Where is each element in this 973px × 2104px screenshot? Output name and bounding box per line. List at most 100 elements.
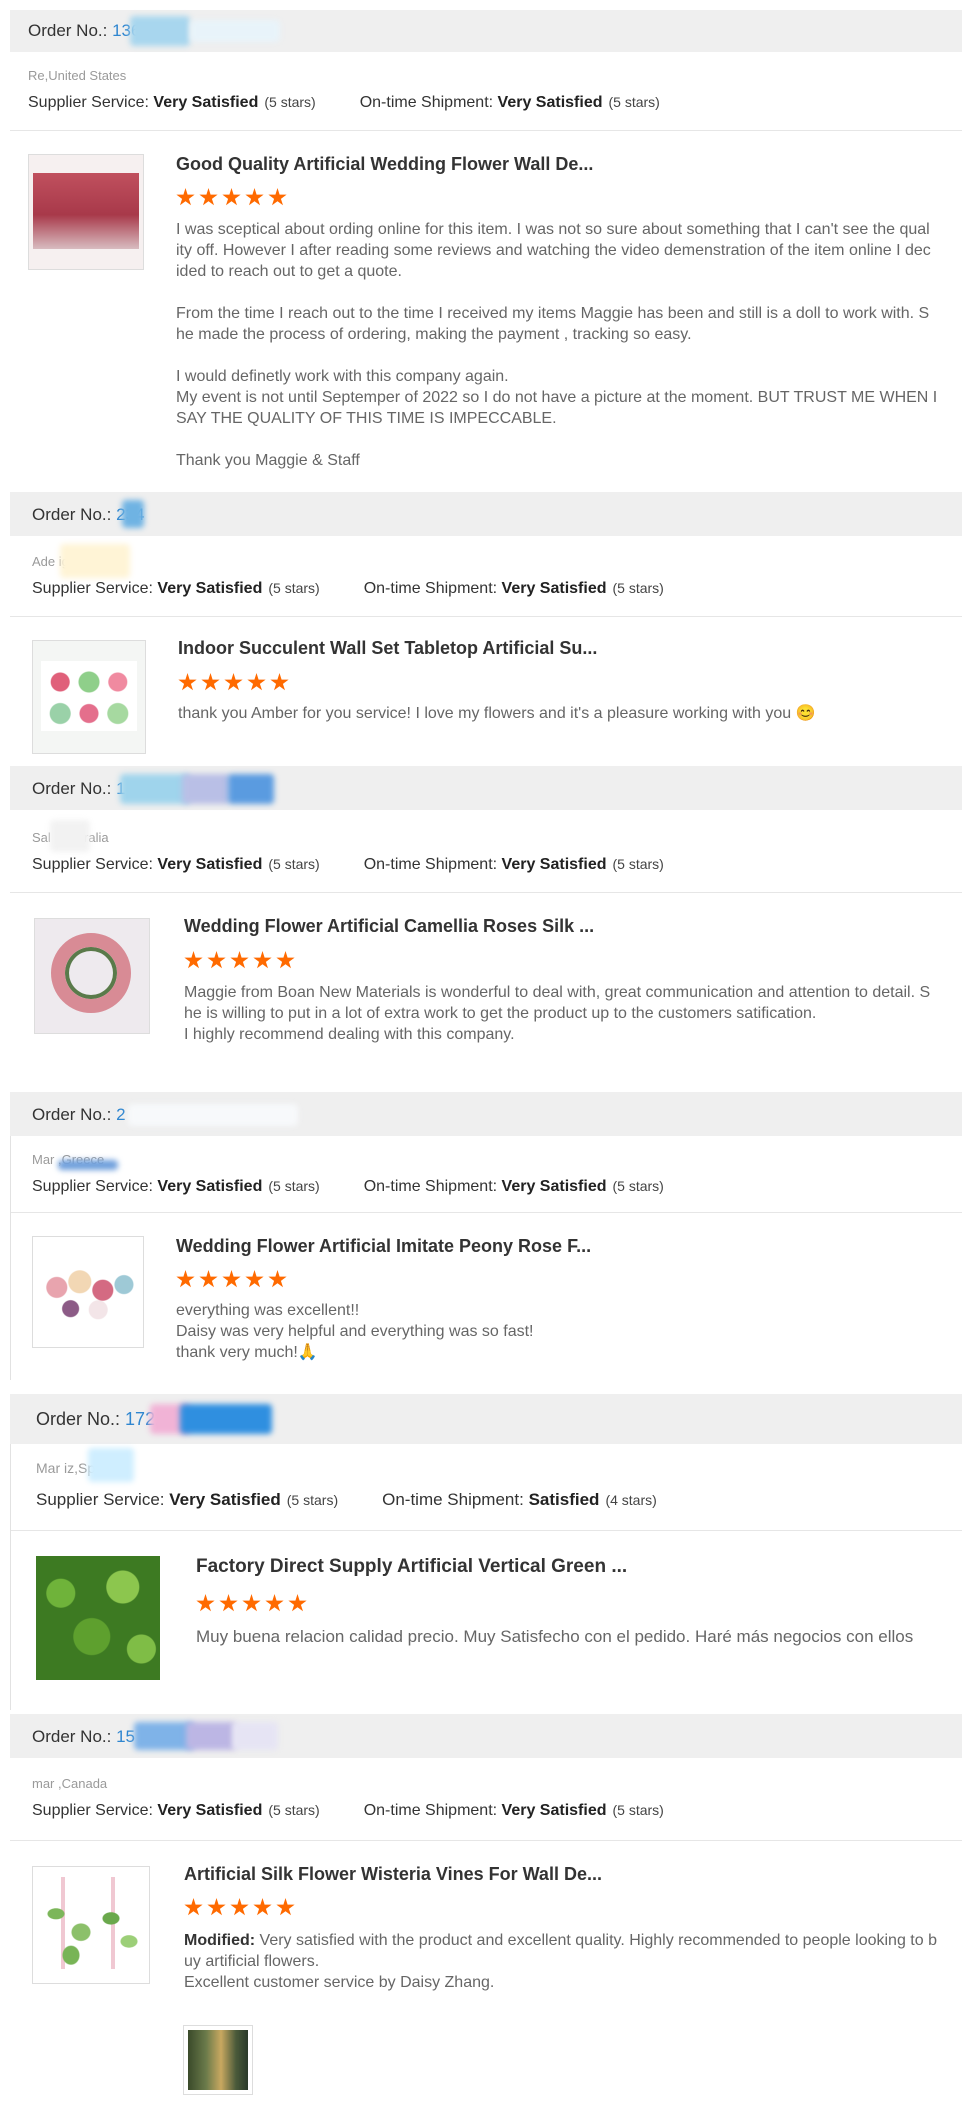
review-photo[interactable] — [184, 2026, 252, 2094]
shipment-stars: (5 stars) — [612, 856, 664, 872]
star-icon — [184, 951, 203, 969]
review-body: Very satisfied with the product and exce… — [184, 1932, 937, 1991]
supplier-stars: (5 stars) — [286, 1492, 339, 1508]
review-text: Modified: Very satisfied with the produc… — [184, 1930, 954, 1993]
rating-stars — [178, 673, 289, 692]
shipment-value: Very Satisfied — [501, 856, 607, 873]
order-bar: Order No.: 136 — [10, 10, 962, 52]
shipment-stars: (5 stars) — [612, 580, 664, 596]
order-number[interactable]: 15 — [116, 1727, 135, 1746]
shipment-label: On-time Shipment: — [363, 1178, 498, 1195]
redaction — [128, 1104, 298, 1126]
redaction — [88, 1448, 134, 1482]
star-icon — [276, 951, 295, 969]
product-thumbnail[interactable] — [32, 1866, 150, 1984]
redaction — [122, 500, 144, 528]
star-icon — [222, 1270, 241, 1288]
product-thumbnail[interactable] — [28, 154, 144, 270]
order-bar: Order No.: 234 — [10, 492, 962, 536]
redaction — [50, 820, 90, 852]
service-ratings: Supplier Service: Very Satisfied (5 stars… — [32, 580, 664, 598]
order-bar: Order No.: 1722 7 — [10, 1394, 962, 1444]
service-ratings: Supplier Service: Very Satisfied (5 stars… — [36, 1490, 657, 1510]
order-bar: Order No.: 15 — [10, 1714, 962, 1758]
order-label: Order No.: — [36, 1409, 121, 1429]
product-title[interactable]: Good Quality Artificial Wedding Flower W… — [176, 154, 593, 175]
modified-label: Modified: — [184, 1932, 256, 1949]
divider — [10, 892, 962, 893]
supplier-stars: (5 stars) — [268, 1802, 320, 1818]
redaction — [190, 20, 280, 42]
shipment-value: Very Satisfied — [501, 1802, 607, 1819]
supplier-value: Very Satisfied — [157, 580, 263, 597]
redaction — [58, 1160, 118, 1170]
rating-stars — [176, 1270, 287, 1289]
product-thumbnail[interactable] — [32, 1236, 144, 1348]
order-number[interactable]: 2 — [116, 1105, 125, 1124]
star-icon — [196, 1594, 215, 1612]
supplier-stars: (5 stars) — [268, 1178, 320, 1194]
shipment-label: On-time Shipment: — [363, 1802, 498, 1819]
product-thumbnail[interactable] — [34, 918, 150, 1034]
redaction — [120, 774, 190, 804]
reviews-page: Order No.: 136 Re,United States Supplier… — [0, 0, 973, 2104]
service-ratings: Supplier Service: Very Satisfied (5 stars… — [32, 1802, 664, 1820]
shipment-label: On-time Shipment: — [363, 856, 498, 873]
review-text: Maggie from Boan New Materials is wonder… — [184, 984, 931, 1043]
redaction — [60, 544, 130, 578]
star-icon — [219, 1594, 238, 1612]
supplier-stars: (5 stars) — [268, 856, 320, 872]
shipment-value: Very Satisfied — [497, 94, 603, 111]
product-title[interactable]: Indoor Succulent Wall Set Tabletop Artif… — [178, 638, 597, 659]
star-icon — [265, 1594, 284, 1612]
supplier-value: Very Satisfied — [157, 1802, 263, 1819]
shipment-stars: (5 stars) — [612, 1178, 664, 1194]
divider — [10, 1840, 962, 1841]
shipment-label: On-time Shipment: — [363, 580, 498, 597]
star-icon — [184, 1898, 203, 1916]
supplier-stars: (5 stars) — [268, 580, 320, 596]
shipment-label: On-time Shipment: — [359, 94, 494, 111]
shipment-label: On-time Shipment: — [382, 1490, 524, 1509]
shipment-stars: (5 stars) — [612, 1802, 664, 1818]
service-ratings: Supplier Service: Very Satisfied (5 stars… — [32, 1178, 664, 1196]
supplier-label: Supplier Service: — [32, 1178, 153, 1195]
redaction — [134, 1722, 194, 1750]
product-thumbnail[interactable] — [32, 640, 146, 754]
order-bar: Order No.: 2 — [10, 1092, 962, 1136]
divider — [10, 616, 962, 617]
product-title[interactable]: Factory Direct Supply Artificial Vertica… — [196, 1556, 627, 1578]
supplier-value: Very Satisfied — [153, 94, 259, 111]
star-icon — [199, 1270, 218, 1288]
supplier-label: Supplier Service: — [36, 1490, 165, 1509]
redaction — [186, 1722, 236, 1750]
divider — [10, 1530, 962, 1531]
order-label: Order No.: — [28, 21, 108, 40]
star-icon — [201, 673, 220, 691]
supplier-label: Supplier Service: — [32, 856, 153, 873]
supplier-value: Very Satisfied — [157, 856, 263, 873]
product-title[interactable]: Artificial Silk Flower Wisteria Vines Fo… — [184, 1864, 602, 1885]
redaction — [180, 1404, 272, 1434]
rating-stars — [184, 951, 295, 970]
star-icon — [268, 188, 287, 206]
redaction — [130, 16, 190, 46]
star-icon — [288, 1594, 307, 1612]
star-icon — [207, 951, 226, 969]
divider — [10, 1212, 962, 1213]
redaction — [182, 774, 230, 804]
shipment-value: Very Satisfied — [501, 1178, 607, 1195]
order-label: Order No.: — [32, 505, 112, 524]
service-ratings: Supplier Service: Very Satisfied (5 stars… — [32, 856, 664, 874]
product-title[interactable]: Wedding Flower Artificial Camellia Roses… — [184, 916, 594, 937]
product-thumbnail[interactable] — [36, 1556, 160, 1680]
supplier-value: Very Satisfied — [169, 1490, 281, 1509]
star-icon — [176, 1270, 195, 1288]
star-icon — [245, 1270, 264, 1288]
divider — [10, 1444, 11, 1710]
product-title[interactable]: Wedding Flower Artificial Imitate Peony … — [176, 1236, 591, 1257]
supplier-stars: (5 stars) — [264, 94, 316, 110]
divider — [10, 130, 962, 131]
star-icon — [230, 1898, 249, 1916]
rating-stars — [196, 1594, 307, 1613]
